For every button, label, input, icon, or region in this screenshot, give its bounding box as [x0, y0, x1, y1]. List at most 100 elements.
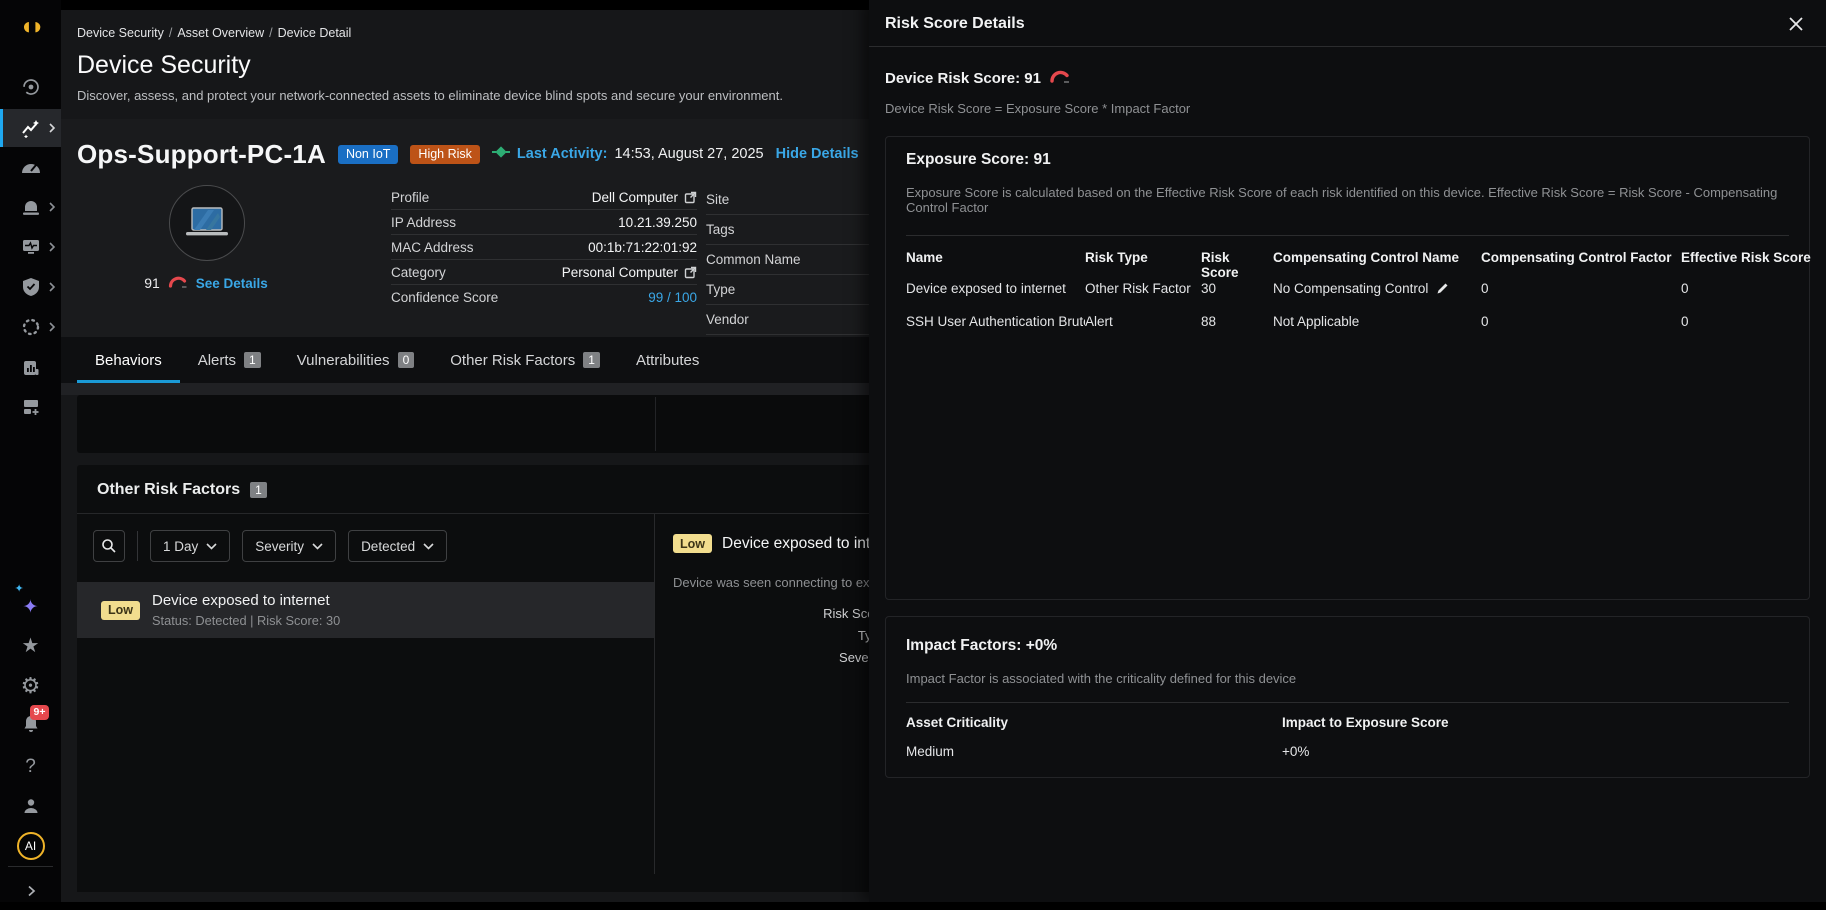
risk-score-details-panel: Risk Score Details Device Risk Score: 91… — [869, 0, 1826, 902]
info-row-category: Category Personal Computer — [391, 260, 697, 285]
chevron-down-icon — [206, 543, 217, 550]
sidebar-item-favorites[interactable]: ★ — [0, 627, 61, 665]
sidebar-item-security-posture[interactable] — [0, 268, 61, 306]
risk-factor-list-item[interactable]: Low Device exposed to internet Status: D… — [77, 582, 654, 638]
sidebar-item-reports[interactable] — [0, 349, 61, 387]
sidebar-item-settings[interactable]: ⚙ — [0, 667, 61, 705]
risk-factor-list-pane: 1 Day Severity Detected Low Device expos — [77, 514, 655, 874]
breadcrumb-asset-overview[interactable]: Asset Overview — [177, 26, 264, 40]
divider — [906, 702, 1789, 703]
sidebar-item-ai-assistant[interactable]: AI — [0, 827, 61, 865]
edit-icon[interactable] — [1436, 282, 1449, 295]
risk-score-value: 91 — [144, 275, 160, 291]
ai-sparkles-icon: ✦✦ — [23, 596, 39, 619]
close-button[interactable] — [1788, 16, 1804, 32]
breadcrumb-device-security[interactable]: Device Security — [77, 26, 164, 40]
device-risk-score-summary: 91 See Details — [121, 275, 291, 291]
other-risk-factors-count-badge: 1 — [250, 482, 267, 498]
sidebar-item-automation[interactable] — [0, 308, 61, 346]
info-row-confidence: Confidence Score 99 / 100 — [391, 285, 697, 310]
see-details-link[interactable]: See Details — [196, 276, 268, 291]
chevron-right-icon — [48, 242, 56, 252]
tab-vulnerabilities[interactable]: Vulnerabilities0 — [279, 337, 433, 383]
detail-fields: Risk Score Type Severity — [673, 606, 886, 666]
tab-alerts[interactable]: Alerts1 — [180, 337, 279, 383]
tab-behaviors[interactable]: Behaviors — [77, 337, 180, 383]
search-button[interactable] — [93, 530, 125, 562]
external-link-icon[interactable] — [684, 266, 697, 279]
exposure-table-header: Name Risk Type Risk Score Compensating C… — [906, 236, 1789, 272]
blocks-add-icon — [22, 398, 40, 416]
exposure-score-description: Exposure Score is calculated based on th… — [906, 185, 1789, 215]
sidebar-item-ai-copilot[interactable]: ✦✦ — [0, 588, 61, 626]
monitor-pulse-icon — [21, 238, 41, 256]
sidebar-item-discover[interactable] — [0, 68, 61, 106]
other-risk-factors-title: Other Risk Factors — [97, 481, 240, 499]
sidebar-item-help[interactable]: ? — [0, 747, 61, 785]
device-name: Ops-Support-PC-1A — [77, 139, 326, 170]
external-link-icon[interactable] — [684, 191, 697, 204]
risk-item-title: Device exposed to internet — [152, 592, 340, 609]
chevron-right-icon — [26, 885, 36, 897]
exposure-table-row: Device exposed to internet Other Risk Fa… — [906, 272, 1789, 305]
radar-icon — [21, 77, 41, 97]
hide-details-link[interactable]: Hide Details — [776, 146, 859, 162]
last-activity-label: Last Activity: — [517, 146, 608, 162]
status-dropdown[interactable]: Detected — [348, 530, 447, 562]
risk-gauge-icon — [168, 275, 188, 291]
sidebar-item-risk-gauge[interactable] — [0, 148, 61, 186]
help-icon: ? — [25, 757, 36, 776]
impact-table-row: Medium +0% — [906, 744, 1789, 759]
gauge-icon — [21, 160, 41, 174]
sidebar-item-account[interactable] — [0, 787, 61, 825]
time-range-dropdown[interactable]: 1 Day — [150, 530, 230, 562]
chevron-right-icon — [48, 123, 56, 133]
tab-other-risk-factors[interactable]: Other Risk Factors1 — [432, 337, 618, 383]
laptop-image — [184, 205, 230, 241]
sidebar-collapse-button[interactable] — [0, 872, 61, 910]
notification-count-badge: 9+ — [30, 705, 50, 720]
impact-factors-section: Impact Factors: +0% Impact Factor is ass… — [885, 616, 1810, 778]
device-avatar — [169, 185, 245, 261]
chevron-right-icon — [48, 202, 56, 212]
sidebar-item-monitoring[interactable] — [0, 228, 61, 266]
exposure-table-row: SSH User Authentication Brute... Alert 8… — [906, 305, 1789, 338]
chevron-right-icon — [48, 282, 56, 292]
user-icon — [22, 797, 40, 815]
sidebar-item-integrations[interactable] — [0, 388, 61, 426]
alert-link[interactable]: SSH User Authentication Brute... — [906, 314, 1085, 329]
tab-count-badge: 1 — [583, 352, 600, 368]
app-logo-icon[interactable]: ◖◗ — [0, 8, 61, 46]
severity-badge: Low — [101, 601, 140, 620]
tab-count-badge: 0 — [398, 352, 415, 368]
info-row-mac: MAC Address 00:1b:71:22:01:92 — [391, 235, 697, 260]
exposure-score-section: Exposure Score: 91 Exposure Score is cal… — [885, 136, 1810, 600]
detail-field-label: Severity — [673, 650, 886, 666]
tab-attributes[interactable]: Attributes — [618, 337, 717, 383]
sidebar-item-notifications[interactable]: 9+ — [0, 704, 61, 742]
device-risk-score-text: Device Risk Score: 91 — [885, 70, 1041, 87]
severity-dropdown[interactable]: Severity — [242, 530, 336, 562]
sidebar-item-alerts[interactable] — [0, 188, 61, 226]
activity-status-icon — [492, 145, 510, 163]
detail-field-label: Risk Score — [673, 606, 886, 622]
sidebar: ◖◗ — [0, 0, 61, 902]
dotted-circle-icon — [21, 317, 41, 337]
chevron-down-icon — [312, 543, 323, 550]
chevron-right-icon — [48, 322, 56, 332]
device-info-primary: Profile Dell Computer IP Address 10.21.3… — [391, 185, 697, 310]
info-row-ip: IP Address 10.21.39.250 — [391, 210, 697, 235]
info-row-profile: Profile Dell Computer — [391, 185, 697, 210]
chevron-down-icon — [423, 543, 434, 550]
impact-factors-description: Impact Factor is associated with the cri… — [906, 671, 1789, 686]
sidebar-item-device-security[interactable] — [0, 109, 61, 147]
gear-icon: ⚙ — [21, 675, 41, 697]
ai-assistant-icon: AI — [17, 832, 45, 860]
breadcrumb-device-detail: Device Detail — [278, 26, 352, 40]
device-type-badge: Non IoT — [338, 145, 398, 164]
divider — [137, 531, 138, 561]
exposure-table: Name Risk Type Risk Score Compensating C… — [906, 235, 1789, 338]
risk-item-status: Status: Detected | Risk Score: 30 — [152, 613, 340, 628]
risk-score-formula: Device Risk Score = Exposure Score * Imp… — [885, 101, 1810, 116]
tab-count-badge: 1 — [244, 352, 261, 368]
